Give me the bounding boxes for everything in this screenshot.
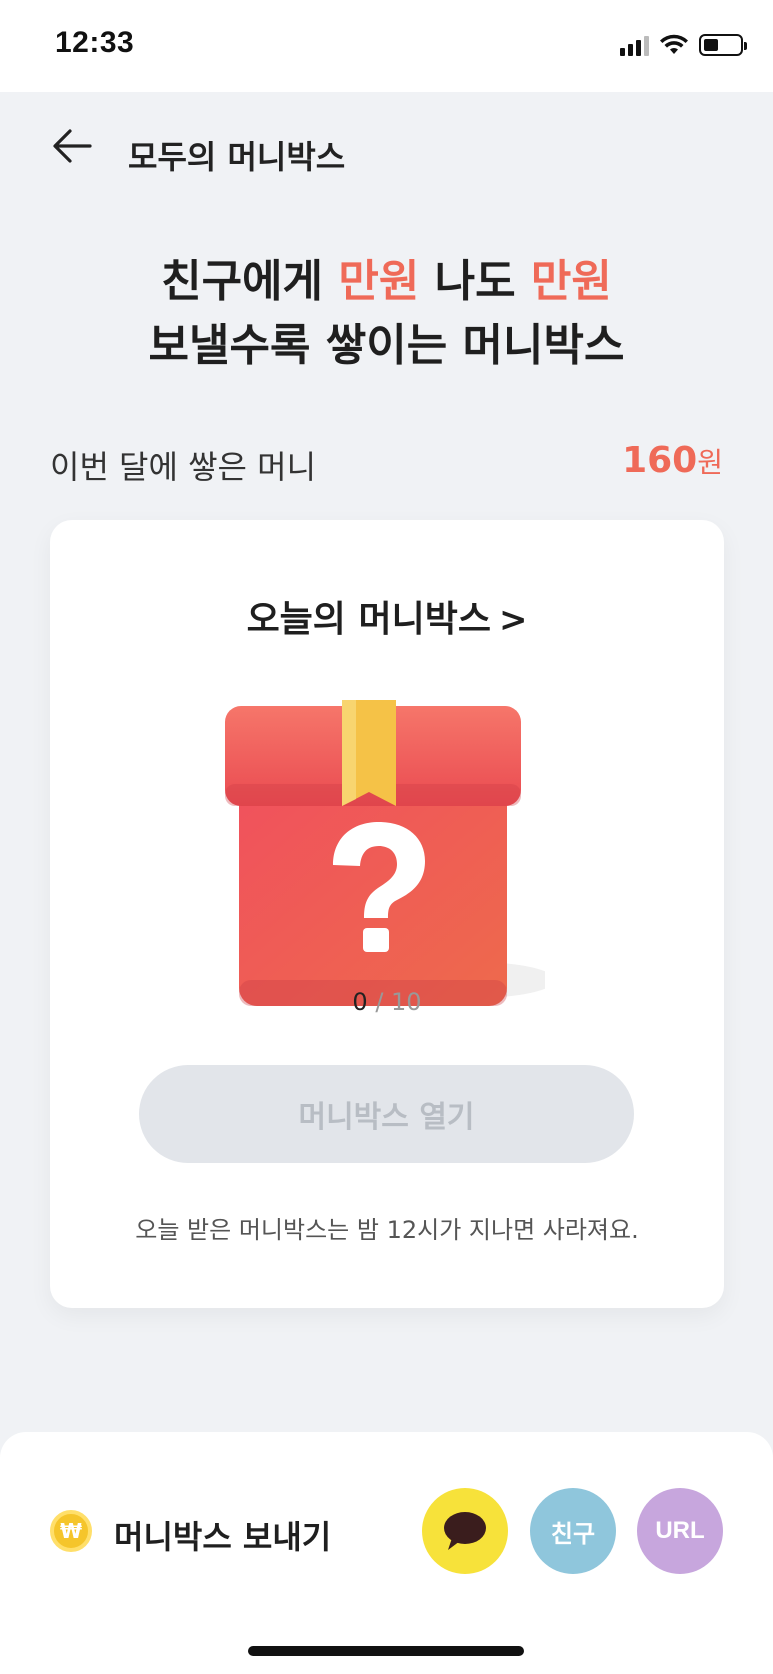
moneybox-title: 오늘의 머니박스	[246, 599, 491, 640]
share-url-button[interactable]: URL	[637, 1488, 723, 1574]
moneybox-count-separator: /	[367, 988, 392, 1016]
share-friend-label: 친구	[550, 1519, 596, 1548]
coin-icon: ₩	[50, 1510, 92, 1552]
share-kakao-button[interactable]	[422, 1488, 508, 1574]
headline: 친구에게 만원 나도 만원 보낼수록 쌓이는 머니박스	[0, 250, 773, 378]
battery-level	[704, 39, 718, 51]
battery-icon	[699, 34, 747, 56]
monthly-money-unit: 원	[697, 446, 723, 479]
share-friend-button[interactable]: 친구	[530, 1488, 616, 1574]
moneybox-title-link[interactable]: 오늘의 머니박스 >	[50, 590, 724, 642]
headline-text-1: 친구에게	[161, 256, 339, 307]
monthly-money-label: 이번 달에 쌓은 머니	[50, 448, 317, 486]
send-moneybox-bar: ₩ 머니박스 보내기 친구 URL	[0, 1432, 773, 1674]
send-moneybox-label: 머니박스 보내기	[114, 1518, 332, 1556]
status-bar: 12:33	[0, 0, 773, 92]
moneybox-count-total: 10	[391, 988, 422, 1016]
open-moneybox-button[interactable]: 머니박스 열기	[139, 1065, 634, 1163]
moneybox-note: 오늘 받은 머니박스는 밤 12시가 지나면 사라져요.	[135, 1216, 639, 1244]
moneybox-count-current: 0	[352, 988, 368, 1016]
headline-accent-1: 만원	[338, 256, 420, 307]
monthly-money-amount: 160	[622, 440, 698, 481]
arrow-left-icon[interactable]	[50, 126, 94, 166]
chevron-right-icon: >	[498, 600, 528, 640]
wifi-icon	[660, 34, 688, 54]
mystery-gift-box-icon	[225, 700, 545, 1006]
page-title: 모두의 머니박스	[128, 138, 346, 176]
headline-accent-2: 만원	[530, 256, 612, 307]
share-url-label: URL	[655, 1517, 705, 1544]
monthly-money-value: 160원	[622, 440, 723, 481]
headline-line2: 보낼수록 쌓이는 머니박스	[148, 320, 625, 371]
moneybox-card: 오늘의 머니박스 > 0 / 10 머니박스 열기 오늘 받은 머니박스는 밤 1…	[50, 520, 724, 1308]
home-indicator	[248, 1646, 524, 1656]
monthly-money-row: 이번 달에 쌓은 머니 160원	[50, 440, 723, 490]
status-icons	[620, 34, 747, 56]
signal-icon	[620, 34, 649, 56]
headline-text-2: 나도	[419, 256, 531, 307]
nav-bar: 모두의 머니박스	[0, 92, 773, 202]
speech-bubble-icon	[444, 1512, 486, 1550]
headline-line1: 친구에게 만원 나도 만원	[0, 250, 773, 314]
moneybox-counter: 0 / 10	[50, 988, 724, 1016]
status-time: 12:33	[55, 26, 135, 59]
